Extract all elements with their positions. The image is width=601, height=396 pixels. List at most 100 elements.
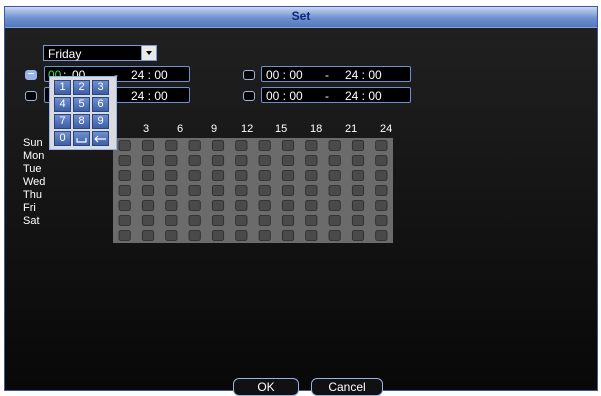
- schedule-cell[interactable]: [375, 215, 388, 226]
- schedule-cell[interactable]: [328, 170, 341, 181]
- key-6[interactable]: 6: [92, 97, 109, 112]
- key-1[interactable]: 1: [54, 80, 71, 95]
- schedule-cell[interactable]: [305, 185, 318, 196]
- schedule-cell[interactable]: [281, 155, 295, 166]
- schedule-cell[interactable]: [281, 140, 295, 151]
- schedule-cell[interactable]: [375, 170, 388, 181]
- key-8[interactable]: 8: [73, 114, 90, 129]
- chevron-down-icon[interactable]: [141, 46, 156, 60]
- schedule-cell[interactable]: [118, 230, 131, 241]
- schedule-cell[interactable]: [188, 140, 201, 151]
- schedule-cell[interactable]: [165, 200, 178, 211]
- schedule-cell[interactable]: [258, 185, 271, 196]
- schedule-cell[interactable]: [281, 200, 295, 211]
- schedule-cell[interactable]: [351, 200, 365, 211]
- schedule-cell[interactable]: [118, 185, 131, 196]
- schedule-cell[interactable]: [258, 155, 271, 166]
- schedule-cell[interactable]: [328, 200, 341, 211]
- schedule-cell[interactable]: [141, 155, 155, 166]
- schedule-cell[interactable]: [305, 140, 318, 151]
- schedule-cell[interactable]: [165, 215, 178, 226]
- schedule-cell[interactable]: [211, 185, 225, 196]
- schedule-cell[interactable]: [235, 140, 248, 151]
- backspace-key[interactable]: [92, 131, 109, 146]
- schedule-cell[interactable]: [258, 230, 271, 241]
- schedule-cell[interactable]: [188, 215, 201, 226]
- space-key[interactable]: [73, 131, 90, 146]
- schedule-cell[interactable]: [375, 200, 388, 211]
- period-3-field[interactable]: 00 : 00 - 24 : 00: [261, 66, 411, 82]
- schedule-cell[interactable]: [351, 230, 365, 241]
- schedule-cell[interactable]: [188, 170, 201, 181]
- schedule-cell[interactable]: [351, 140, 365, 151]
- schedule-cell[interactable]: [258, 170, 271, 181]
- key-0[interactable]: 0: [54, 131, 71, 146]
- key-4[interactable]: 4: [54, 97, 71, 112]
- schedule-cell[interactable]: [141, 215, 155, 226]
- schedule-cell[interactable]: [328, 155, 341, 166]
- schedule-cell[interactable]: [141, 170, 155, 181]
- schedule-cell[interactable]: [305, 230, 318, 241]
- period-3-checkbox[interactable]: [243, 70, 255, 80]
- period-1-checkbox[interactable]: [25, 70, 37, 80]
- schedule-cell[interactable]: [165, 185, 178, 196]
- day-select[interactable]: Friday: [43, 45, 157, 61]
- key-2[interactable]: 2: [73, 80, 90, 95]
- period-4-checkbox[interactable]: [243, 91, 255, 101]
- ok-button[interactable]: OK: [233, 378, 299, 396]
- schedule-cell[interactable]: [351, 185, 365, 196]
- schedule-cell[interactable]: [258, 215, 271, 226]
- schedule-cell[interactable]: [141, 230, 155, 241]
- schedule-cell[interactable]: [118, 200, 131, 211]
- schedule-cell[interactable]: [211, 230, 225, 241]
- schedule-cell[interactable]: [328, 140, 341, 151]
- schedule-cell[interactable]: [211, 155, 225, 166]
- schedule-cell[interactable]: [375, 140, 388, 151]
- schedule-cell[interactable]: [351, 170, 365, 181]
- schedule-cell[interactable]: [211, 170, 225, 181]
- schedule-cell[interactable]: [165, 140, 178, 151]
- schedule-cell[interactable]: [375, 185, 388, 196]
- schedule-grid[interactable]: [113, 138, 393, 243]
- schedule-cell[interactable]: [211, 200, 225, 211]
- schedule-cell[interactable]: [305, 215, 318, 226]
- schedule-cell[interactable]: [328, 215, 341, 226]
- schedule-cell[interactable]: [328, 185, 341, 196]
- schedule-cell[interactable]: [351, 215, 365, 226]
- schedule-cell[interactable]: [258, 200, 271, 211]
- schedule-cell[interactable]: [211, 215, 225, 226]
- key-5[interactable]: 5: [73, 97, 90, 112]
- schedule-cell[interactable]: [375, 155, 388, 166]
- key-3[interactable]: 3: [92, 80, 109, 95]
- schedule-cell[interactable]: [188, 230, 201, 241]
- cancel-button[interactable]: Cancel: [311, 378, 383, 396]
- schedule-cell[interactable]: [165, 155, 178, 166]
- schedule-cell[interactable]: [305, 155, 318, 166]
- schedule-cell[interactable]: [118, 170, 131, 181]
- schedule-cell[interactable]: [305, 200, 318, 211]
- schedule-cell[interactable]: [235, 185, 248, 196]
- key-9[interactable]: 9: [92, 114, 109, 129]
- schedule-cell[interactable]: [235, 215, 248, 226]
- schedule-cell[interactable]: [235, 155, 248, 166]
- schedule-cell[interactable]: [281, 230, 295, 241]
- schedule-cell[interactable]: [211, 140, 225, 151]
- period-4-field[interactable]: 00 : 00 - 24 : 00: [261, 87, 411, 103]
- schedule-cell[interactable]: [328, 230, 341, 241]
- schedule-cell[interactable]: [281, 215, 295, 226]
- schedule-cell[interactable]: [235, 230, 248, 241]
- schedule-cell[interactable]: [165, 230, 178, 241]
- schedule-cell[interactable]: [188, 155, 201, 166]
- schedule-cell[interactable]: [118, 155, 131, 166]
- schedule-cell[interactable]: [118, 140, 131, 151]
- schedule-cell[interactable]: [281, 185, 295, 196]
- schedule-cell[interactable]: [258, 140, 271, 151]
- schedule-cell[interactable]: [141, 200, 155, 211]
- schedule-cell[interactable]: [351, 155, 365, 166]
- schedule-cell[interactable]: [235, 170, 248, 181]
- schedule-cell[interactable]: [141, 185, 155, 196]
- schedule-cell[interactable]: [165, 170, 178, 181]
- period-2-checkbox[interactable]: [25, 91, 37, 101]
- schedule-cell[interactable]: [188, 185, 201, 196]
- schedule-cell[interactable]: [375, 230, 388, 241]
